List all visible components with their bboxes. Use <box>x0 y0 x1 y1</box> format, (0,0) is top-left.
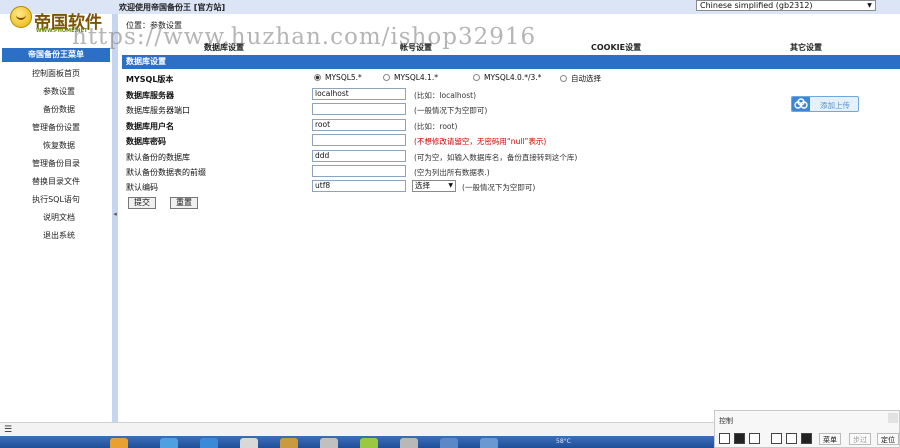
mysql-version-label: MYSQL版本 <box>126 75 174 84</box>
menu-button[interactable]: 菜单 <box>819 433 841 445</box>
db-password-input[interactable] <box>312 134 406 146</box>
charset-select[interactable]: 选择 ▼ <box>412 180 456 192</box>
expand-icon[interactable] <box>786 433 797 444</box>
sidebar-item-replace-files[interactable]: 替换目录文件 <box>0 176 112 188</box>
watermark: https://www.huzhan.com/ishop32916 <box>72 24 537 50</box>
submit-button[interactable]: 提交 <box>128 197 156 209</box>
app-green-icon[interactable] <box>360 438 378 448</box>
db-server-row: 数据库服务器 localhost (比如：localhost) <box>124 88 884 102</box>
app-shortcut-icon[interactable] <box>480 438 498 448</box>
reset-button[interactable]: 重置 <box>170 197 198 209</box>
app-blue-icon[interactable] <box>440 438 458 448</box>
db-user-input[interactable]: root <box>312 119 406 131</box>
db-password-label: 数据库密码 <box>126 137 166 146</box>
db-password-row: 数据库密码 (不想修改请留空，无密码用“null”表示) <box>124 134 884 148</box>
sidebar-item-sql[interactable]: 执行SQL语句 <box>0 194 112 206</box>
table-prefix-label: 默认备份数据表的前缀 <box>126 168 206 177</box>
welcome-text: 欢迎使用帝国备份王 [官方站] <box>119 3 226 12</box>
step-button[interactable]: 步过 <box>849 433 871 445</box>
sidebar-item-backup[interactable]: 备份数据 <box>0 104 112 116</box>
radio-mysql5[interactable]: MYSQL5.* <box>314 73 362 82</box>
mysql-version-row: MYSQL版本 MYSQL5.* MYSQL4.1.* MYSQL4.0.*/3… <box>124 72 884 86</box>
sidebar-item-home[interactable]: 控制面板首页 <box>0 68 112 80</box>
radio-icon <box>473 74 480 81</box>
app-folder-icon[interactable] <box>110 438 128 448</box>
language-select-value: Chinese simplified (gb2312) <box>700 1 813 10</box>
charset-input[interactable]: utf8 <box>312 180 406 192</box>
db-server-hint: (比如：localhost) <box>414 91 477 100</box>
upload-button[interactable]: 添加上传 <box>791 96 859 112</box>
sidebar-item-restore[interactable]: 恢复数据 <box>0 140 112 152</box>
db-user-label: 数据库用户名 <box>126 122 174 131</box>
control-panel: 控制 菜单 步过 定位 <box>714 410 900 448</box>
sidebar-item-docs[interactable]: 说明文档 <box>0 212 112 224</box>
pause-icon[interactable] <box>749 433 760 444</box>
app-ie-icon[interactable] <box>200 438 218 448</box>
language-select[interactable]: Chinese simplified (gb2312) ▼ <box>696 0 876 11</box>
default-db-input[interactable]: ddd <box>312 150 406 162</box>
section-title: 数据库设置 <box>122 55 900 69</box>
table-prefix-input[interactable] <box>312 165 406 177</box>
app-gray-icon[interactable] <box>400 438 418 448</box>
main-panel: 位置：参数设置 数据库设置 帐号设置 COOKIE设置 其它设置 数据库设置 M… <box>118 14 900 422</box>
charset-row: 默认编码 utf8 选择 ▼ (一般情况下为空即可) <box>124 180 884 194</box>
app-editor-icon[interactable] <box>240 438 258 448</box>
sidebar: 帝国备份王菜单 控制面板首页 参数设置 备份数据 管理备份设置 恢复数据 管理备… <box>0 44 112 420</box>
tab-other[interactable]: 其它设置 <box>790 42 822 53</box>
chevron-down-icon: ▼ <box>448 182 453 189</box>
charset-select-value: 选择 <box>415 181 430 190</box>
db-server-input[interactable]: localhost <box>312 88 406 100</box>
sidebar-item-settings[interactable]: 参数设置 <box>0 86 112 98</box>
upload-label: 添加上传 <box>820 101 850 110</box>
radio-mysql40[interactable]: MYSQL4.0.*/3.* <box>473 73 541 82</box>
sidebar-item-backup-settings[interactable]: 管理备份设置 <box>0 122 112 134</box>
app-tools-icon[interactable] <box>280 438 298 448</box>
default-db-hint: (可为空，如输入数据库名，备份直接转到这个库) <box>414 153 578 162</box>
locate-button[interactable]: 定位 <box>877 433 899 445</box>
table-prefix-row: 默认备份数据表的前缀 (空为列出所有数据表.) <box>124 165 884 179</box>
radio-checked-icon <box>314 74 321 81</box>
tab-cookie[interactable]: COOKIE设置 <box>591 42 641 53</box>
db-user-row: 数据库用户名 root (比如：root) <box>124 119 884 133</box>
sidebar-head: 帝国备份王菜单 <box>2 48 110 62</box>
temperature-text: 58°C <box>556 438 571 445</box>
charset-label: 默认编码 <box>126 183 158 192</box>
db-port-label: 数据库服务器端口 <box>126 106 190 115</box>
stop-icon[interactable] <box>734 433 745 444</box>
play-icon[interactable] <box>719 433 730 444</box>
sidebar-item-logout[interactable]: 退出系统 <box>0 230 112 242</box>
db-user-hint: (比如：root) <box>414 122 458 131</box>
settings-icon[interactable] <box>801 433 812 444</box>
cloud-icon <box>792 97 810 111</box>
radio-icon <box>383 74 390 81</box>
db-port-row: 数据库服务器端口 (一般情况下为空即可) <box>124 103 884 117</box>
app-browser-icon[interactable] <box>160 438 178 448</box>
radio-mysql41[interactable]: MYSQL4.1.* <box>383 73 438 82</box>
sidebar-item-backup-dirs[interactable]: 管理备份目录 <box>0 158 112 170</box>
control-title: 控制 <box>719 417 733 425</box>
grid-icon[interactable] <box>771 433 782 444</box>
db-port-input[interactable] <box>312 103 406 115</box>
app-window-icon[interactable] <box>320 438 338 448</box>
radio-icon <box>560 75 567 82</box>
db-server-label: 数据库服务器 <box>126 91 174 100</box>
db-port-hint: (一般情况下为空即可) <box>414 106 488 115</box>
default-db-row: 默认备份的数据库 ddd (可为空，如输入数据库名，备份直接转到这个库) <box>124 150 884 164</box>
radio-auto[interactable]: 自动选择 <box>560 73 601 84</box>
close-icon[interactable] <box>888 413 898 423</box>
default-db-label: 默认备份的数据库 <box>126 153 190 162</box>
mascot-icon <box>10 6 32 28</box>
db-password-hint: (不想修改请留空，无密码用“null”表示) <box>414 137 547 146</box>
chevron-down-icon: ▼ <box>867 2 872 9</box>
charset-hint: (一般情况下为空即可) <box>462 183 536 192</box>
table-prefix-hint: (空为列出所有数据表.) <box>414 168 490 177</box>
menu-lines-icon: ☰ <box>4 425 13 435</box>
